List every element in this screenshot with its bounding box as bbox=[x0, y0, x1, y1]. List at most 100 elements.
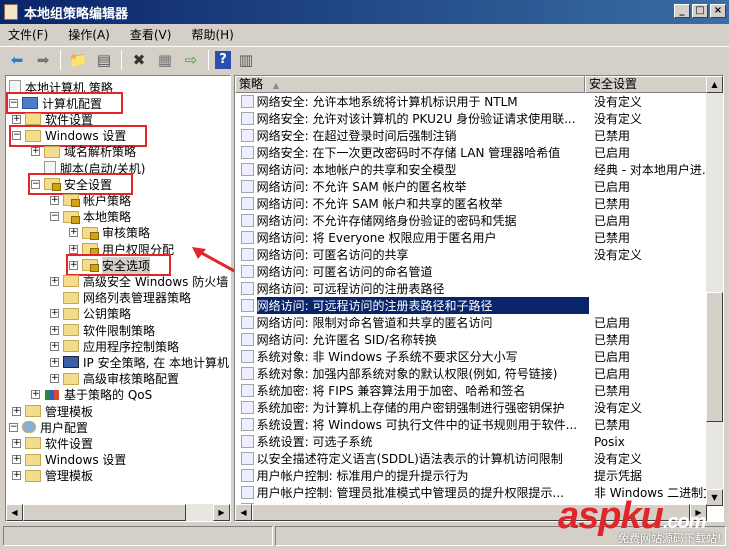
policy-row[interactable]: 系统设置: 将 Windows 可执行文件中的证书规则用于软件... 已禁用 bbox=[235, 416, 707, 433]
policy-row[interactable]: 系统加密: 将 FIPS 兼容算法用于加密、哈希和签名 已禁用 bbox=[235, 382, 707, 399]
menu-view[interactable]: 查看(V) bbox=[130, 26, 172, 43]
minimize-button[interactable]: _ bbox=[674, 4, 690, 18]
policy-row[interactable]: 系统设置: 可选子系统 Posix bbox=[235, 433, 707, 450]
policy-row[interactable]: 网络访问: 不允许存储网络身份验证的密码和凭据 已启用 bbox=[235, 212, 707, 229]
export-list-icon[interactable]: ⇨ bbox=[180, 49, 202, 71]
column-header-policy[interactable]: 策略 ▲ bbox=[235, 76, 585, 93]
scroll-left-icon[interactable]: ◀ bbox=[235, 504, 252, 521]
tree-node[interactable]: + 安全选项 bbox=[65, 254, 172, 277]
expand-icon[interactable]: + bbox=[69, 228, 78, 238]
collapse-icon[interactable]: − bbox=[9, 98, 18, 108]
help-icon[interactable]: ? bbox=[215, 50, 231, 69]
tree-node[interactable]: + 软件限制策略 bbox=[50, 322, 155, 338]
policy-row[interactable]: 网络访问: 将 Everyone 权限应用于匿名用户 已禁用 bbox=[235, 229, 707, 246]
tree-node[interactable]: 本地计算机 策略 bbox=[9, 79, 113, 95]
expand-icon[interactable]: + bbox=[31, 147, 40, 157]
expand-icon[interactable]: + bbox=[50, 325, 59, 335]
tree-node[interactable]: + 应用程序控制策略 bbox=[50, 338, 179, 354]
tree-node[interactable]: − Windows 设置 bbox=[8, 124, 148, 147]
maximize-button[interactable]: □ bbox=[692, 4, 708, 18]
tree-node[interactable]: + 高级安全 Windows 防火墙 bbox=[50, 273, 228, 289]
expand-icon[interactable]: + bbox=[12, 471, 21, 481]
scroll-thumb[interactable] bbox=[23, 504, 186, 521]
policy-row[interactable]: 网络访问: 可远程访问的注册表路径 bbox=[235, 280, 707, 297]
tree-node[interactable]: + IP 安全策略, 在 本地计算机 bbox=[50, 354, 229, 370]
policy-row[interactable]: 网络访问: 可匿名访问的命名管道 bbox=[235, 263, 707, 280]
policy-row[interactable]: 系统加密: 为计算机上存储的用户密钥强制进行强密钥保护 没有定义 bbox=[235, 399, 707, 416]
expand-icon[interactable]: + bbox=[69, 260, 78, 270]
expand-icon[interactable]: + bbox=[31, 390, 40, 400]
tree-node[interactable]: + 帐户策略 bbox=[50, 192, 131, 208]
collapse-icon[interactable]: − bbox=[12, 131, 21, 141]
policy-row[interactable]: 系统对象: 加强内部系统对象的默认权限(例如, 符号链接) 已启用 bbox=[235, 365, 707, 382]
policy-row[interactable]: 网络访问: 不允许 SAM 帐户和共享的匿名枚举 已禁用 bbox=[235, 195, 707, 212]
tree-node[interactable]: − 用户配置 bbox=[9, 419, 88, 435]
menu-help[interactable]: 帮助(H) bbox=[191, 26, 233, 43]
policy-row[interactable]: 网络安全: 允许对该计算机的 PKU2U 身份验证请求使用联... 没有定义 bbox=[235, 110, 707, 127]
tree-node[interactable]: − 本地策略 bbox=[50, 209, 131, 225]
properties-icon[interactable]: ▦ bbox=[154, 49, 176, 71]
tree-node[interactable]: − 计算机配置 bbox=[6, 92, 124, 115]
policy-row[interactable]: 网络安全: 在下一次更改密码时不存储 LAN 管理器哈希值 已启用 bbox=[235, 144, 707, 161]
policy-row[interactable]: 网络访问: 限制对命名管道和共享的匿名访问 已启用 bbox=[235, 314, 707, 331]
collapse-icon[interactable]: − bbox=[50, 212, 59, 222]
scroll-down-icon[interactable]: ▼ bbox=[706, 489, 723, 506]
tree-node[interactable]: + 审核策略 bbox=[69, 225, 150, 241]
tree-node[interactable]: + 公钥策略 bbox=[50, 306, 131, 322]
tree-node[interactable]: 脚本(启动/关机) bbox=[31, 160, 145, 176]
tree-node[interactable]: + 高级审核策略配置 bbox=[50, 371, 179, 387]
tree-node[interactable]: + 软件设置 bbox=[12, 435, 93, 451]
scroll-left-icon[interactable]: ◀ bbox=[6, 504, 23, 521]
policy-row[interactable]: 网络访问: 可匿名访问的共享 没有定义 bbox=[235, 246, 707, 263]
show-action-pane-icon[interactable]: ▥ bbox=[235, 49, 257, 71]
column-header-setting[interactable]: 安全设置 bbox=[585, 76, 707, 93]
expand-icon[interactable]: + bbox=[50, 276, 59, 286]
show-hide-tree-icon[interactable]: ▤ bbox=[93, 49, 115, 71]
menu-file[interactable]: 文件(F) bbox=[8, 26, 48, 43]
expand-icon[interactable]: + bbox=[50, 374, 59, 384]
up-folder-icon[interactable]: 📁 bbox=[67, 49, 89, 71]
tree-node[interactable]: + 用户权限分配 bbox=[69, 241, 174, 257]
scroll-right-icon[interactable]: ▶ bbox=[213, 504, 230, 521]
scroll-up-icon[interactable]: ▲ bbox=[706, 76, 723, 93]
forward-icon[interactable]: ➡ bbox=[32, 49, 54, 71]
collapse-icon[interactable]: − bbox=[31, 179, 40, 189]
expand-icon[interactable]: + bbox=[50, 341, 59, 351]
policy-row[interactable]: 以安全描述符定义语言(SDDL)语法表示的计算机访问限制 没有定义 bbox=[235, 450, 707, 467]
back-icon[interactable]: ⬅ bbox=[6, 49, 28, 71]
list-vertical-scrollbar[interactable]: ▲ ▼ bbox=[706, 76, 723, 506]
tree-node[interactable]: + Windows 设置 bbox=[12, 452, 126, 468]
menu-action[interactable]: 操作(A) bbox=[68, 26, 110, 43]
policy-row[interactable]: 网络安全: 在超过登录时间后强制注销 已禁用 bbox=[235, 127, 707, 144]
policy-name: 系统加密: 为计算机上存储的用户密钥强制进行强密钥保护 bbox=[256, 401, 565, 415]
expand-icon[interactable]: + bbox=[12, 438, 21, 448]
collapse-icon[interactable]: − bbox=[9, 422, 18, 432]
close-button[interactable]: × bbox=[710, 4, 726, 18]
expand-icon[interactable]: + bbox=[12, 114, 21, 124]
expand-icon[interactable]: + bbox=[50, 195, 59, 205]
folder-icon bbox=[63, 340, 79, 353]
tree-node[interactable]: + 管理模板 bbox=[12, 468, 93, 484]
scroll-thumb[interactable] bbox=[706, 292, 723, 422]
expand-icon[interactable]: + bbox=[69, 244, 78, 254]
expand-icon[interactable]: + bbox=[50, 357, 59, 367]
expand-icon[interactable]: + bbox=[50, 309, 59, 319]
policy-row[interactable]: 网络访问: 可远程访问的注册表路径和子路径 bbox=[235, 297, 707, 314]
policy-row[interactable]: 用户帐户控制: 标准用户的提升提示行为 提示凭据 bbox=[235, 467, 707, 484]
tree-node[interactable]: 网络列表管理器策略 bbox=[50, 290, 191, 306]
policy-row[interactable]: 网络访问: 本地帐户的共享和安全模型 经典 - 对本地用户进... bbox=[235, 161, 707, 178]
tree-node[interactable]: + 管理模板 bbox=[12, 403, 93, 419]
expand-icon[interactable]: + bbox=[12, 455, 21, 465]
tree-node[interactable]: − 安全设置 bbox=[27, 173, 134, 196]
policy-row[interactable]: 网络访问: 允许匿名 SID/名称转换 已禁用 bbox=[235, 331, 707, 348]
tree-node[interactable]: + 域名解析策略 bbox=[31, 144, 136, 160]
tree-node[interactable]: + 软件设置 bbox=[12, 111, 93, 127]
policy-row[interactable]: 网络访问: 不允许 SAM 帐户的匿名枚举 已启用 bbox=[235, 178, 707, 195]
policy-setting-icon bbox=[241, 265, 254, 278]
tree-node[interactable]: + 基于策略的 QoS bbox=[31, 387, 152, 403]
policy-row[interactable]: 网络安全: 允许本地系统将计算机标识用于 NTLM 没有定义 bbox=[235, 93, 707, 110]
policy-row[interactable]: 系统对象: 非 Windows 子系统不要求区分大小写 已启用 bbox=[235, 348, 707, 365]
delete-icon[interactable]: ✖ bbox=[128, 49, 150, 71]
tree-horizontal-scrollbar[interactable]: ◀ ▶ bbox=[6, 504, 230, 521]
expand-icon[interactable]: + bbox=[12, 406, 21, 416]
